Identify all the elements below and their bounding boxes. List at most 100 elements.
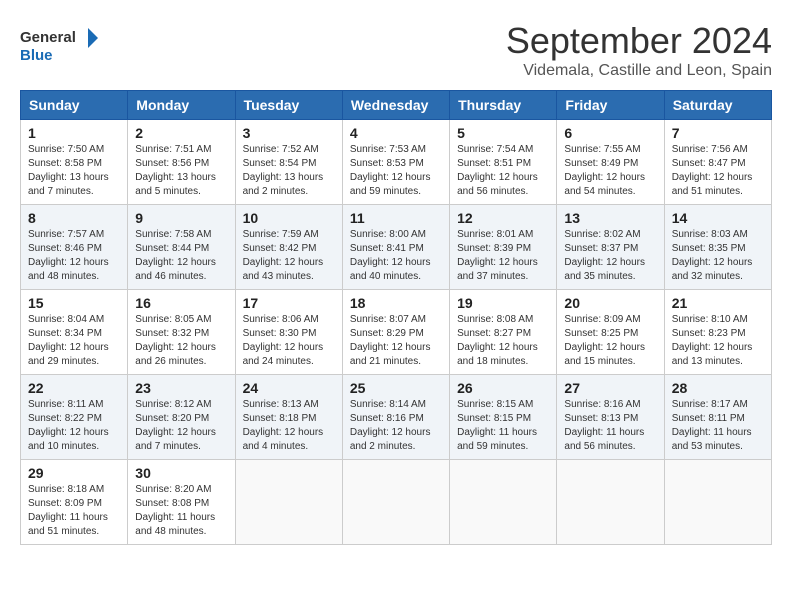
- day-number: 16: [135, 295, 227, 311]
- calendar-cell: 8 Sunrise: 7:57 AM Sunset: 8:46 PM Dayli…: [21, 205, 128, 290]
- day-info: Sunrise: 8:03 AM Sunset: 8:35 PM Dayligh…: [672, 228, 764, 284]
- logo-svg: General Blue: [20, 20, 100, 70]
- day-number: 11: [350, 210, 442, 226]
- calendar-cell: 6 Sunrise: 7:55 AM Sunset: 8:49 PM Dayli…: [557, 120, 664, 205]
- calendar-cell: 18 Sunrise: 8:07 AM Sunset: 8:29 PM Dayl…: [342, 290, 449, 375]
- day-number: 20: [564, 295, 656, 311]
- day-info: Sunrise: 8:10 AM Sunset: 8:23 PM Dayligh…: [672, 313, 764, 369]
- day-info: Sunrise: 8:08 AM Sunset: 8:27 PM Dayligh…: [457, 313, 549, 369]
- day-info: Sunrise: 7:55 AM Sunset: 8:49 PM Dayligh…: [564, 143, 656, 199]
- calendar-cell: 25 Sunrise: 8:14 AM Sunset: 8:16 PM Dayl…: [342, 375, 449, 460]
- weekday-header-tuesday: Tuesday: [235, 91, 342, 120]
- day-number: 5: [457, 125, 549, 141]
- weekday-header-friday: Friday: [557, 91, 664, 120]
- day-info: Sunrise: 7:53 AM Sunset: 8:53 PM Dayligh…: [350, 143, 442, 199]
- calendar-cell: 14 Sunrise: 8:03 AM Sunset: 8:35 PM Dayl…: [664, 205, 771, 290]
- day-info: Sunrise: 8:02 AM Sunset: 8:37 PM Dayligh…: [564, 228, 656, 284]
- day-number: 15: [28, 295, 120, 311]
- svg-text:General: General: [20, 29, 76, 46]
- day-number: 13: [564, 210, 656, 226]
- day-number: 19: [457, 295, 549, 311]
- day-number: 29: [28, 465, 120, 481]
- calendar-cell: 28 Sunrise: 8:17 AM Sunset: 8:11 PM Dayl…: [664, 375, 771, 460]
- title-area: September 2024 Videmala, Castille and Le…: [506, 20, 772, 80]
- day-info: Sunrise: 8:00 AM Sunset: 8:41 PM Dayligh…: [350, 228, 442, 284]
- day-number: 7: [672, 125, 764, 141]
- day-number: 30: [135, 465, 227, 481]
- day-info: Sunrise: 7:50 AM Sunset: 8:58 PM Dayligh…: [28, 143, 120, 199]
- day-info: Sunrise: 8:07 AM Sunset: 8:29 PM Dayligh…: [350, 313, 442, 369]
- day-info: Sunrise: 7:51 AM Sunset: 8:56 PM Dayligh…: [135, 143, 227, 199]
- day-number: 14: [672, 210, 764, 226]
- day-info: Sunrise: 8:18 AM Sunset: 8:09 PM Dayligh…: [28, 483, 120, 539]
- calendar-cell: [235, 460, 342, 545]
- calendar-cell: 24 Sunrise: 8:13 AM Sunset: 8:18 PM Dayl…: [235, 375, 342, 460]
- calendar-cell: 7 Sunrise: 7:56 AM Sunset: 8:47 PM Dayli…: [664, 120, 771, 205]
- calendar-cell: 27 Sunrise: 8:16 AM Sunset: 8:13 PM Dayl…: [557, 375, 664, 460]
- calendar-cell: 2 Sunrise: 7:51 AM Sunset: 8:56 PM Dayli…: [128, 120, 235, 205]
- day-info: Sunrise: 8:09 AM Sunset: 8:25 PM Dayligh…: [564, 313, 656, 369]
- day-info: Sunrise: 8:12 AM Sunset: 8:20 PM Dayligh…: [135, 398, 227, 454]
- day-info: Sunrise: 8:13 AM Sunset: 8:18 PM Dayligh…: [243, 398, 335, 454]
- weekday-header-wednesday: Wednesday: [342, 91, 449, 120]
- calendar-cell: 21 Sunrise: 8:10 AM Sunset: 8:23 PM Dayl…: [664, 290, 771, 375]
- calendar-cell: 10 Sunrise: 7:59 AM Sunset: 8:42 PM Dayl…: [235, 205, 342, 290]
- page-header: General Blue September 2024 Videmala, Ca…: [20, 20, 772, 80]
- day-number: 8: [28, 210, 120, 226]
- weekday-header-thursday: Thursday: [450, 91, 557, 120]
- day-number: 27: [564, 380, 656, 396]
- day-info: Sunrise: 8:14 AM Sunset: 8:16 PM Dayligh…: [350, 398, 442, 454]
- calendar-cell: 16 Sunrise: 8:05 AM Sunset: 8:32 PM Dayl…: [128, 290, 235, 375]
- day-number: 23: [135, 380, 227, 396]
- day-info: Sunrise: 7:58 AM Sunset: 8:44 PM Dayligh…: [135, 228, 227, 284]
- calendar-cell: 1 Sunrise: 7:50 AM Sunset: 8:58 PM Dayli…: [21, 120, 128, 205]
- calendar-cell: 4 Sunrise: 7:53 AM Sunset: 8:53 PM Dayli…: [342, 120, 449, 205]
- calendar-cell: [664, 460, 771, 545]
- day-info: Sunrise: 7:54 AM Sunset: 8:51 PM Dayligh…: [457, 143, 549, 199]
- day-number: 25: [350, 380, 442, 396]
- day-number: 9: [135, 210, 227, 226]
- day-number: 6: [564, 125, 656, 141]
- day-number: 24: [243, 380, 335, 396]
- day-info: Sunrise: 7:56 AM Sunset: 8:47 PM Dayligh…: [672, 143, 764, 199]
- logo: General Blue: [20, 20, 100, 70]
- calendar-cell: 26 Sunrise: 8:15 AM Sunset: 8:15 PM Dayl…: [450, 375, 557, 460]
- weekday-header-sunday: Sunday: [21, 91, 128, 120]
- calendar-cell: 20 Sunrise: 8:09 AM Sunset: 8:25 PM Dayl…: [557, 290, 664, 375]
- day-number: 21: [672, 295, 764, 311]
- day-number: 12: [457, 210, 549, 226]
- day-info: Sunrise: 8:16 AM Sunset: 8:13 PM Dayligh…: [564, 398, 656, 454]
- day-info: Sunrise: 7:52 AM Sunset: 8:54 PM Dayligh…: [243, 143, 335, 199]
- calendar-cell: 9 Sunrise: 7:58 AM Sunset: 8:44 PM Dayli…: [128, 205, 235, 290]
- calendar-cell: 11 Sunrise: 8:00 AM Sunset: 8:41 PM Dayl…: [342, 205, 449, 290]
- svg-text:Blue: Blue: [20, 47, 53, 64]
- calendar-cell: [557, 460, 664, 545]
- calendar-cell: 29 Sunrise: 8:18 AM Sunset: 8:09 PM Dayl…: [21, 460, 128, 545]
- calendar-cell: 5 Sunrise: 7:54 AM Sunset: 8:51 PM Dayli…: [450, 120, 557, 205]
- day-number: 28: [672, 380, 764, 396]
- day-number: 3: [243, 125, 335, 141]
- calendar-cell: 22 Sunrise: 8:11 AM Sunset: 8:22 PM Dayl…: [21, 375, 128, 460]
- day-info: Sunrise: 8:04 AM Sunset: 8:34 PM Dayligh…: [28, 313, 120, 369]
- day-info: Sunrise: 8:01 AM Sunset: 8:39 PM Dayligh…: [457, 228, 549, 284]
- day-info: Sunrise: 7:59 AM Sunset: 8:42 PM Dayligh…: [243, 228, 335, 284]
- day-number: 2: [135, 125, 227, 141]
- location-title: Videmala, Castille and Leon, Spain: [506, 62, 772, 80]
- day-info: Sunrise: 8:17 AM Sunset: 8:11 PM Dayligh…: [672, 398, 764, 454]
- calendar-table: SundayMondayTuesdayWednesdayThursdayFrid…: [20, 90, 772, 545]
- calendar-cell: 30 Sunrise: 8:20 AM Sunset: 8:08 PM Dayl…: [128, 460, 235, 545]
- day-number: 18: [350, 295, 442, 311]
- calendar-cell: [450, 460, 557, 545]
- day-info: Sunrise: 8:05 AM Sunset: 8:32 PM Dayligh…: [135, 313, 227, 369]
- weekday-header-monday: Monday: [128, 91, 235, 120]
- calendar-cell: 17 Sunrise: 8:06 AM Sunset: 8:30 PM Dayl…: [235, 290, 342, 375]
- day-info: Sunrise: 8:15 AM Sunset: 8:15 PM Dayligh…: [457, 398, 549, 454]
- day-number: 4: [350, 125, 442, 141]
- calendar-cell: 13 Sunrise: 8:02 AM Sunset: 8:37 PM Dayl…: [557, 205, 664, 290]
- day-number: 26: [457, 380, 549, 396]
- day-number: 17: [243, 295, 335, 311]
- weekday-header-saturday: Saturday: [664, 91, 771, 120]
- day-info: Sunrise: 7:57 AM Sunset: 8:46 PM Dayligh…: [28, 228, 120, 284]
- day-number: 1: [28, 125, 120, 141]
- calendar-cell: 19 Sunrise: 8:08 AM Sunset: 8:27 PM Dayl…: [450, 290, 557, 375]
